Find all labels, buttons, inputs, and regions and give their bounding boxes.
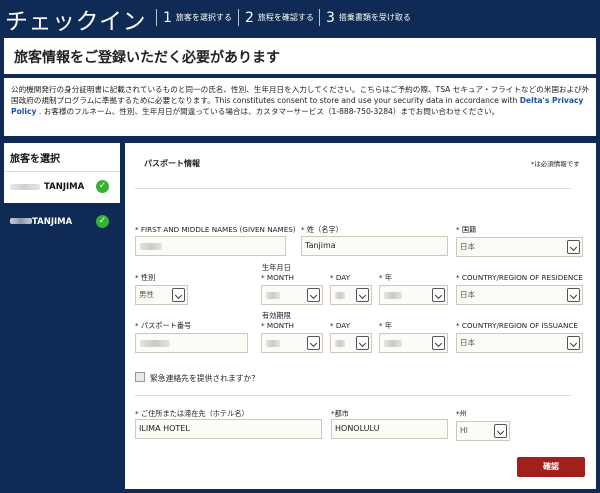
check-icon: ✓ [96,180,109,193]
exp-month-label: * MONTH [261,321,294,330]
redacted-value [335,340,345,347]
exp-month-select[interactable] [261,333,323,353]
issuance-select[interactable]: 日本 [456,333,583,353]
chevron-down-icon [494,424,507,438]
sidebar-header: 旅客を選択 [4,143,120,171]
divider [135,188,571,189]
sidebar-heading: 旅客を選択 [10,154,60,165]
exp-day-select[interactable] [330,333,372,353]
redacted-given-name [10,218,32,224]
chevron-down-icon [432,288,445,302]
dob-year-select[interactable] [379,285,448,305]
given-names-input[interactable] [135,236,286,256]
residence-select[interactable]: 日本 [456,285,583,305]
residence-label: * COUNTRY/REGION OF RESIDENCE [456,273,583,282]
info-panel: 公的機関発行の身分証明書に記載されているものと同一の氏名、性別、生年月日を入力し… [4,78,596,136]
chevron-down-icon [432,336,445,350]
surname-input[interactable]: Tanjima [301,236,448,256]
step-divider [238,9,239,26]
nationality-value: 日本 [460,242,475,251]
issuance-value: 日本 [460,338,475,347]
exp-day-label: * DAY [330,321,351,330]
redacted-value [384,292,402,299]
step-2: 2 旅程を確認する [238,9,314,26]
surname-label: * 姓（名字） [301,225,343,234]
issuance-label: * COUNTRY/REGION OF ISSUANCE [456,321,578,330]
info-text: 公的機関発行の身分証明書に記載されているものと同一の氏名、性別、生年月日を入力し… [11,84,591,117]
divider [135,395,571,396]
dob-day-label: * DAY [330,273,351,282]
passenger-sidebar: 旅客を選択 TANJIMA ✓ TANJIMA ✓ [4,143,120,245]
gender-label: * 性別 [135,273,156,282]
required-note: *は必須情報です [531,160,580,168]
state-value: HI [460,426,468,435]
redacted-value [266,292,280,299]
passport-number-label: * パスポート番号 [135,321,192,330]
exp-year-select[interactable] [379,333,448,353]
passport-form: パスポート情報 *は必須情報です * FIRST AND MIDDLE NAME… [125,143,596,489]
passport-number-input[interactable] [135,333,248,353]
redacted-value [384,340,402,347]
info-text-tail: . お客様のフルネーム、性別、生年月日が間違っている場合は、カスタマーサービス（… [36,107,500,116]
banner-title: 旅客情報をご登録いただく必要があります [14,50,280,66]
chevron-down-icon [307,288,320,302]
state-select[interactable]: HI [456,421,510,441]
chevron-down-icon [356,288,369,302]
nationality-select[interactable]: 日本 [456,237,583,257]
redacted-value [140,243,162,250]
emergency-contact-checkbox[interactable] [135,372,145,382]
redacted-value [335,292,345,299]
dob-month-label: * MONTH [261,273,294,282]
redacted-value [140,340,170,347]
emergency-contact-label: 緊急連絡先を提供されますか？ [150,374,260,383]
step-1: 1 旅客を選択する [156,9,232,26]
page-title: チェックイン [5,9,146,35]
city-input[interactable]: HONOLULU [331,419,448,439]
given-names-label: * FIRST AND MIDDLE NAMES (GIVEN NAMES) [135,225,296,234]
address-input[interactable]: ILIMA HOTEL [135,419,322,439]
dob-day-select[interactable] [330,285,372,305]
step-label: 旅客を選択する [175,13,232,22]
step-number: 2 [245,9,254,26]
chevron-down-icon [567,336,580,350]
dob-month-select[interactable] [261,285,323,305]
step-label: 搭乗書類を受け取る [338,13,411,22]
chevron-down-icon [567,288,580,302]
info-text-main: 公的機関発行の身分証明書に記載されているものと同一の氏名、性別、生年月日を入力し… [11,85,590,105]
step-3: 3 搭乗書類を受け取る [319,9,411,26]
expiry-group-label: 有効期限 [262,311,291,320]
residence-value: 日本 [460,290,475,299]
confirm-button[interactable]: 確認 [517,457,585,477]
check-icon: ✓ [96,215,109,228]
dob-year-label: * 年 [379,273,393,282]
checkin-header: チェックイン 1 旅客を選択する 2 旅程を確認する 3 搭乗書類を受け取る [0,0,600,35]
chevron-down-icon [307,336,320,350]
gender-select[interactable]: 男性 [135,285,188,305]
chevron-down-icon [567,240,580,254]
passenger-name: TANJIMA [32,217,73,227]
step-divider [156,9,157,26]
step-divider [319,9,320,26]
nationality-label: * 国籍 [456,225,477,234]
passenger-item-2[interactable]: TANJIMA ✓ [4,205,120,243]
section-title: パスポート情報 [144,159,200,168]
state-label: *州 [456,409,467,418]
step-number: 3 [326,9,335,26]
redacted-given-name [10,184,40,190]
gender-value: 男性 [139,290,154,299]
redacted-value [266,340,280,347]
passenger-name: TANJIMA [44,182,85,192]
dob-group-label: 生年月日 [262,263,291,272]
chevron-down-icon [172,288,185,302]
step-label: 旅程を確認する [257,13,314,22]
step-number: 1 [163,9,172,26]
notice-banner: 旅客情報をご登録いただく必要があります [4,38,596,74]
city-label: *都市 [331,409,349,418]
passenger-item-1[interactable]: TANJIMA ✓ [4,171,120,203]
address-label: * ご住所または滞在先（ホテル名） [135,409,249,418]
exp-year-label: * 年 [379,321,393,330]
chevron-down-icon [356,336,369,350]
